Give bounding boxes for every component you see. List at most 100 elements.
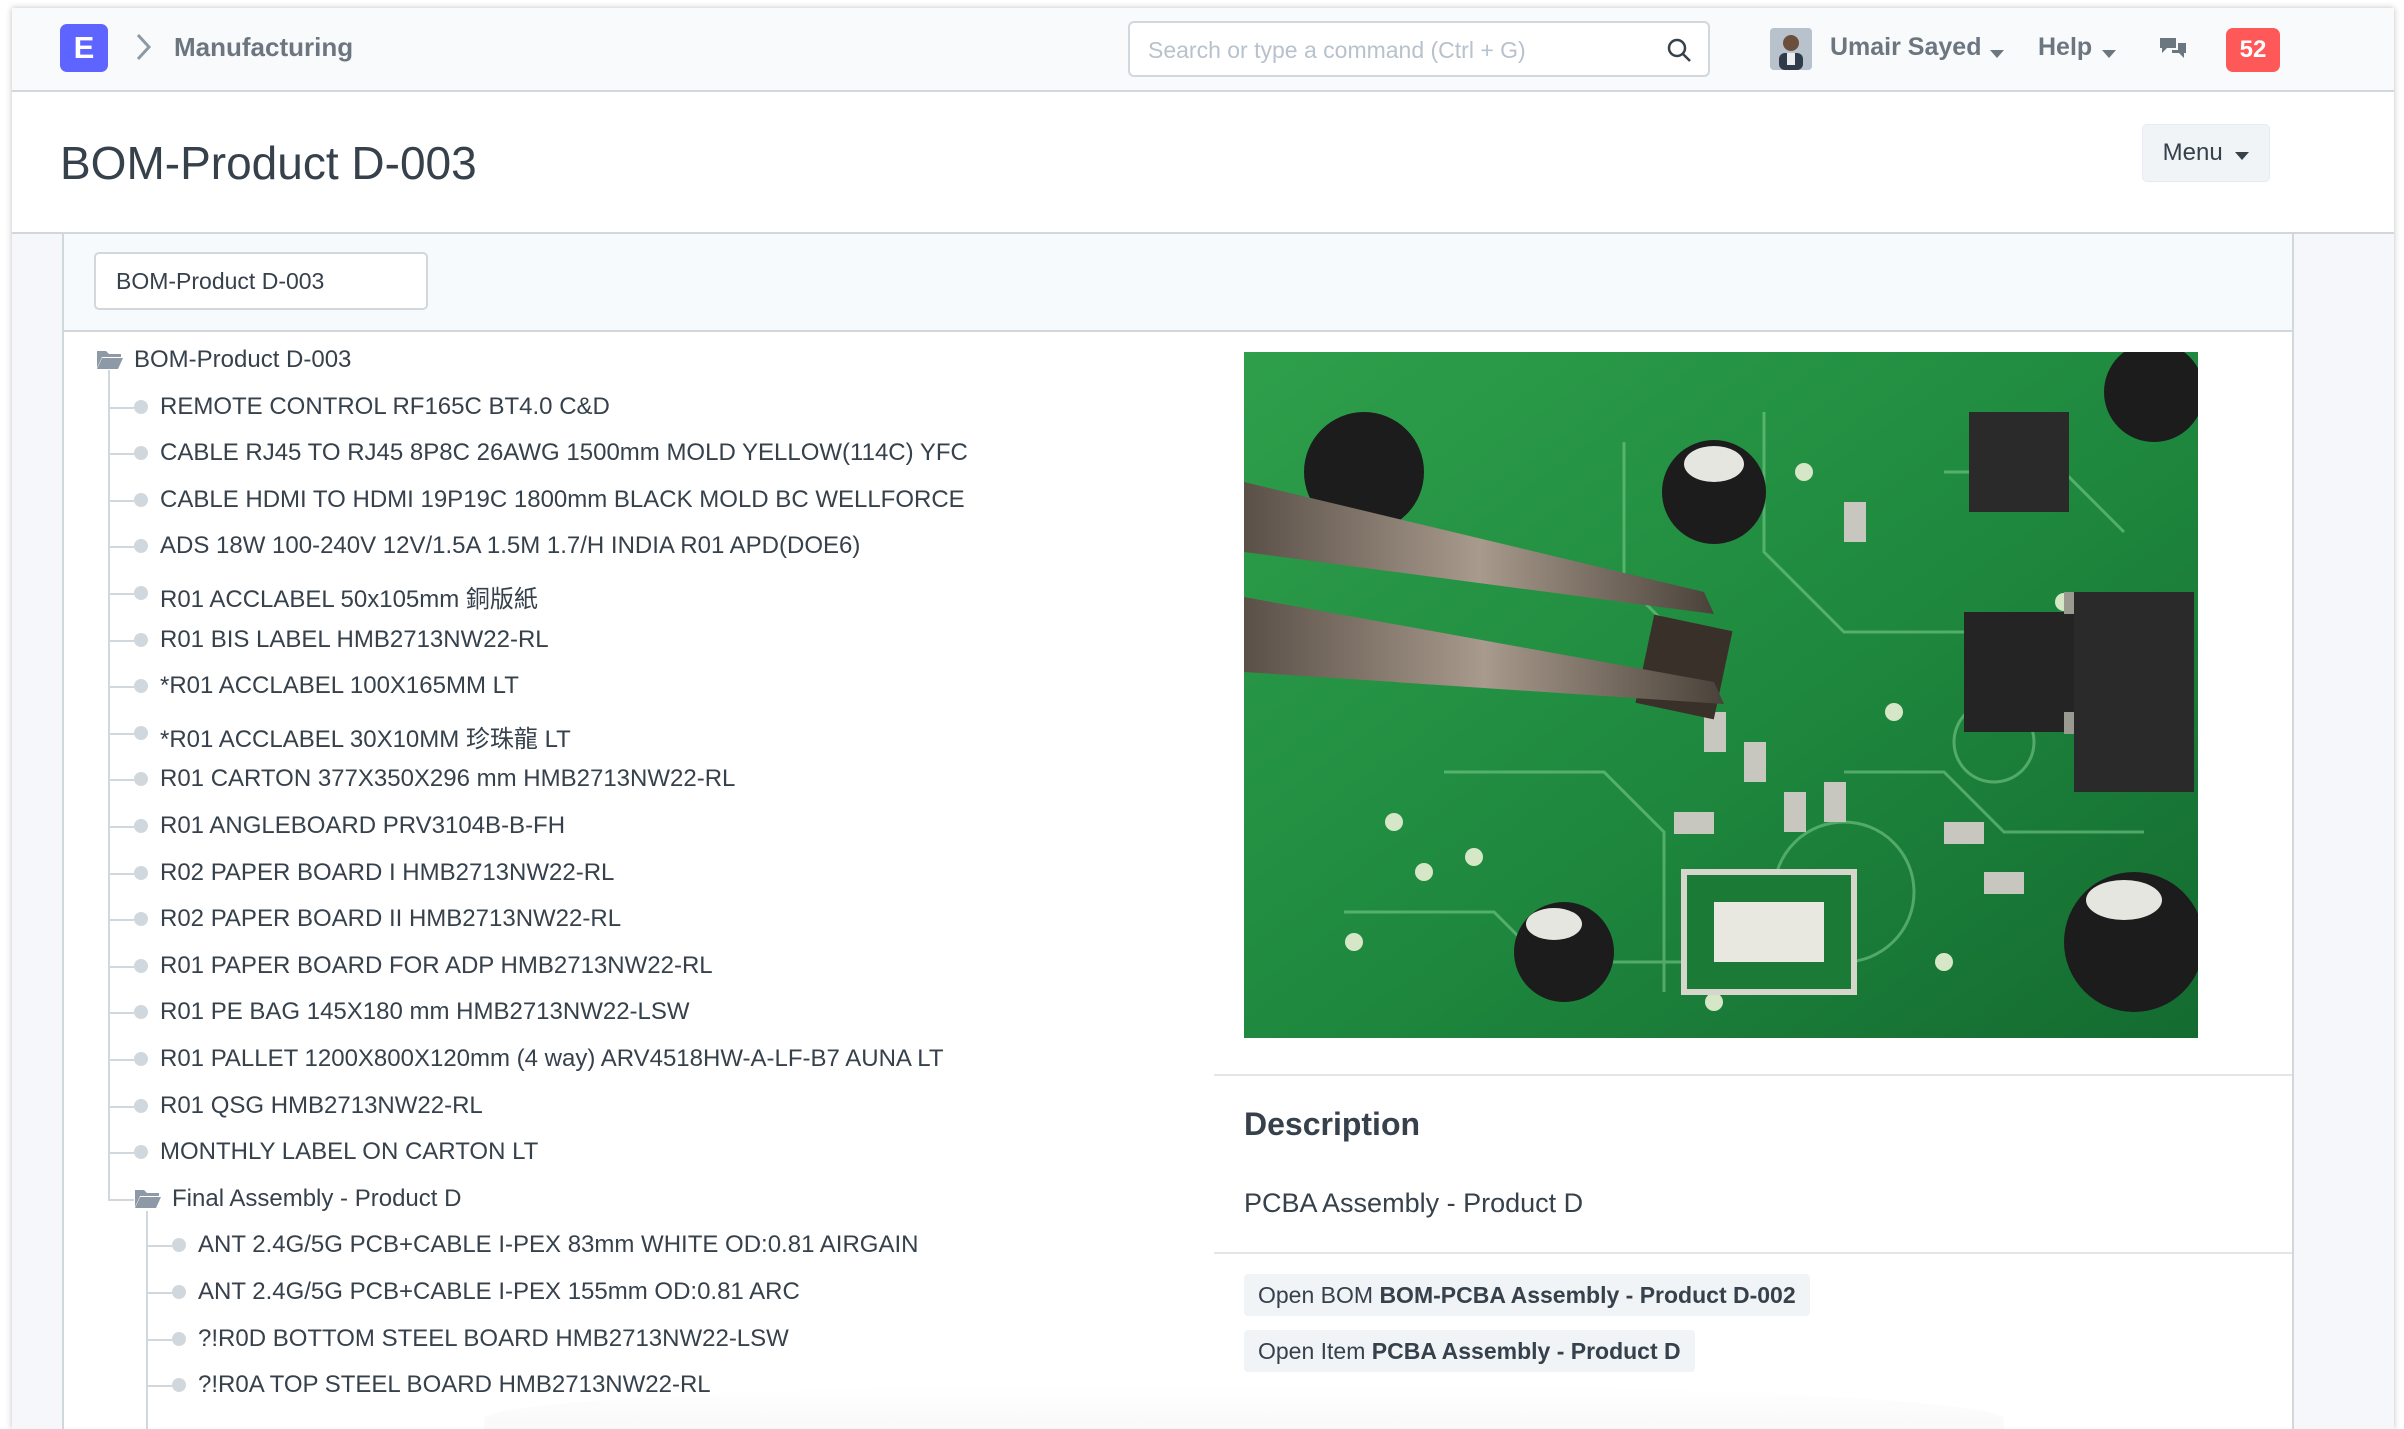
search-input[interactable] <box>1146 33 1650 67</box>
app-logo[interactable]: E <box>60 24 108 72</box>
tree-connector <box>108 453 134 456</box>
search-icon[interactable] <box>1666 37 1692 68</box>
menu-button[interactable]: Menu <box>2142 124 2270 182</box>
tree-item-label: R01 PAPER BOARD FOR ADP HMB2713NW22-RL <box>160 951 713 979</box>
tree-item-label: *R01 ACCLABEL 30X10MM 珍珠龍 LT <box>160 725 571 753</box>
chat-icon[interactable] <box>2158 34 2188 67</box>
tree-node-dot <box>134 819 148 833</box>
tree-item[interactable]: ADS 18W 100-240V 12V/1.5A 1.5M 1.7/H IND… <box>64 526 1214 566</box>
tree-connector <box>108 1152 134 1155</box>
avatar[interactable] <box>1770 28 1812 70</box>
tree-item-label: ?!R0D BOTTOM STEEL BOARD HMB2713NW22-LSW <box>198 1324 789 1352</box>
tree-node-dot <box>134 679 148 694</box>
help-menu[interactable]: Help <box>2038 33 2092 62</box>
tree-node-dot <box>134 446 148 461</box>
tree-item-label: ?!R0A TOP STEEL BOARD HMB2713NW22-RL <box>198 1371 711 1399</box>
tree-node-dot <box>134 492 148 507</box>
tree-item-label: R01 ACCLABEL 50x105mm 銅版紙 <box>160 586 538 613</box>
tree-item-label: MONTHLY LABEL ON CARTON LT <box>160 1138 539 1166</box>
tree-item[interactable]: R02 PAPER BOARD I HMB2713NW22-RL <box>64 853 1214 893</box>
tree-item[interactable]: R01 PAPER BOARD FOR ADP HMB2713NW22-RL <box>64 946 1214 986</box>
tree-item[interactable]: CABLE HDMI TO HDMI 19P19C 1800mm BLACK M… <box>64 480 1214 520</box>
tree-item[interactable]: CABLE RJ45 TO RJ45 8P8C 26AWG 1500mm MOL… <box>64 433 1214 473</box>
tree-item-label: CABLE RJ45 TO RJ45 8P8C 26AWG 1500mm MOL… <box>160 439 968 467</box>
tree-item-label: ANT 2.4G/5G PCB+CABLE I-PEX 83mm WHITE O… <box>198 1231 919 1259</box>
tree-connector <box>146 1338 172 1341</box>
tree-connector <box>108 593 134 595</box>
bom-filter-input[interactable] <box>94 252 428 310</box>
tree-connector <box>146 1292 172 1294</box>
tree-connector <box>108 546 134 549</box>
tree-connector <box>108 1059 134 1061</box>
tree-item-label: REMOTE CONTROL RF165C BT4.0 C&D <box>160 392 610 420</box>
tree-connector <box>108 732 134 735</box>
tree-node-dot <box>134 1052 148 1066</box>
description-heading: Description <box>1244 1106 1421 1142</box>
tree-item-label: *R01 ACCLABEL 100X165MM LT <box>160 672 519 700</box>
tree-node-dot <box>134 1098 148 1113</box>
notification-badge[interactable]: 52 <box>2226 28 2280 72</box>
tree-node-dot <box>172 1238 186 1253</box>
folder-open-icon <box>96 348 124 375</box>
caret-down-icon[interactable] <box>2102 46 2116 64</box>
search-box <box>1128 21 1710 77</box>
tree-node-dot <box>134 865 148 880</box>
tree-connector <box>108 1198 134 1201</box>
tree-item[interactable]: R01 CARTON 377X350X296 mm HMB2713NW22-RL <box>64 759 1214 799</box>
app-window: E Manufacturing Umair Sayed Help <box>12 8 2394 1429</box>
chevron-right-icon <box>134 32 154 67</box>
tree-node-dot <box>134 772 148 787</box>
tree-item[interactable]: *R01 ACCLABEL 100X165MM LT <box>64 666 1214 706</box>
tree-item[interactable]: R01 PE BAG 145X180 mm HMB2713NW22-LSW <box>64 992 1214 1032</box>
tree-subfolder[interactable]: Final Assembly - Product D <box>64 1179 1214 1219</box>
tree-item-label: R02 PAPER BOARD I HMB2713NW22-RL <box>160 858 615 886</box>
open-item-button[interactable]: Open Item PCBA Assembly - Product D <box>1244 1330 1695 1372</box>
tree-node-dot <box>172 1378 186 1393</box>
menu-button-label: Menu <box>2162 139 2223 166</box>
tree-item-label: R01 PALLET 1200X800X120mm (4 way) ARV451… <box>160 1045 944 1072</box>
open-item-prefix: Open Item <box>1258 1338 1366 1364</box>
tree-node-dot <box>134 958 148 973</box>
description-text: PCBA Assembly - Product D <box>1244 1188 1584 1218</box>
tree-item-label: R02 PAPER BOARD II HMB2713NW22-RL <box>160 905 622 933</box>
tree-connector <box>108 919 134 922</box>
user-menu[interactable]: Umair Sayed <box>1830 33 1981 62</box>
tree-item[interactable]: *R01 ACCLABEL 30X10MM 珍珠龍 LT <box>64 713 1214 753</box>
tree-connector <box>108 872 134 875</box>
tree-connector <box>108 499 134 502</box>
tree-item[interactable]: R01 BIS LABEL HMB2713NW22-RL <box>64 620 1214 660</box>
folder-open-icon <box>134 1187 162 1214</box>
tree-node-dot <box>172 1285 186 1299</box>
tree-item-label: R01 CARTON 377X350X296 mm HMB2713NW22-RL <box>160 765 736 793</box>
tree-connector <box>108 965 134 968</box>
tree-connector <box>146 1245 172 1248</box>
tree-item[interactable]: REMOTE CONTROL RF165C BT4.0 C&D <box>64 387 1214 427</box>
bom-tree: BOM-Product D-003 REMOTE CONTROL RF165C B… <box>64 330 1214 1429</box>
bom-browser-card: BOM-Product D-003 REMOTE CONTROL RF165C B… <box>62 234 2294 1429</box>
page-head: BOM-Product D-003 Menu <box>12 92 2394 234</box>
breadcrumb-manufacturing[interactable]: Manufacturing <box>174 32 353 63</box>
tree-item-label: R01 BIS LABEL HMB2713NW22-RL <box>160 625 549 653</box>
tree-node-dot <box>134 632 148 647</box>
tree-root[interactable]: BOM-Product D-003 <box>64 340 1214 380</box>
tree-node-dot <box>134 1005 148 1020</box>
tree-item-label: CABLE HDMI TO HDMI 19P19C 1800mm BLACK M… <box>160 485 965 513</box>
caret-down-icon[interactable] <box>1990 46 2004 64</box>
tree-item[interactable]: ANT 2.4G/5G PCB+CABLE I-PEX 155mm OD:0.8… <box>64 1272 1214 1312</box>
tree-item[interactable]: R01 QSG HMB2713NW22-RL <box>64 1086 1214 1126</box>
tree-item[interactable]: MONTHLY LABEL ON CARTON LT <box>64 1132 1214 1172</box>
tree-item[interactable]: R01 ANGLEBOARD PRV3104B-B-FH <box>64 806 1214 846</box>
open-item-name: PCBA Assembly - Product D <box>1371 1338 1681 1364</box>
tree-node-dot <box>134 586 148 600</box>
tree-item[interactable]: ANT 2.4G/5G PCB+CABLE I-PEX 83mm WHITE O… <box>64 1225 1214 1265</box>
tree-item[interactable]: R01 PALLET 1200X800X120mm (4 way) ARV451… <box>64 1039 1214 1079</box>
divider <box>1214 1252 2292 1254</box>
tree-node-dot <box>172 1331 186 1346</box>
tree-connector <box>108 1012 134 1015</box>
tree-node-dot <box>134 399 148 414</box>
tree-item[interactable]: ?!R0D BOTTOM STEEL BOARD HMB2713NW22-LSW <box>64 1319 1214 1359</box>
tree-item[interactable]: R02 PAPER BOARD II HMB2713NW22-RL <box>64 899 1214 939</box>
tree-item[interactable]: R01 ACCLABEL 50x105mm 銅版紙 <box>64 573 1214 613</box>
tree-connector <box>108 406 134 409</box>
open-bom-button[interactable]: Open BOM BOM-PCBA Assembly - Product D-0… <box>1244 1274 1810 1316</box>
